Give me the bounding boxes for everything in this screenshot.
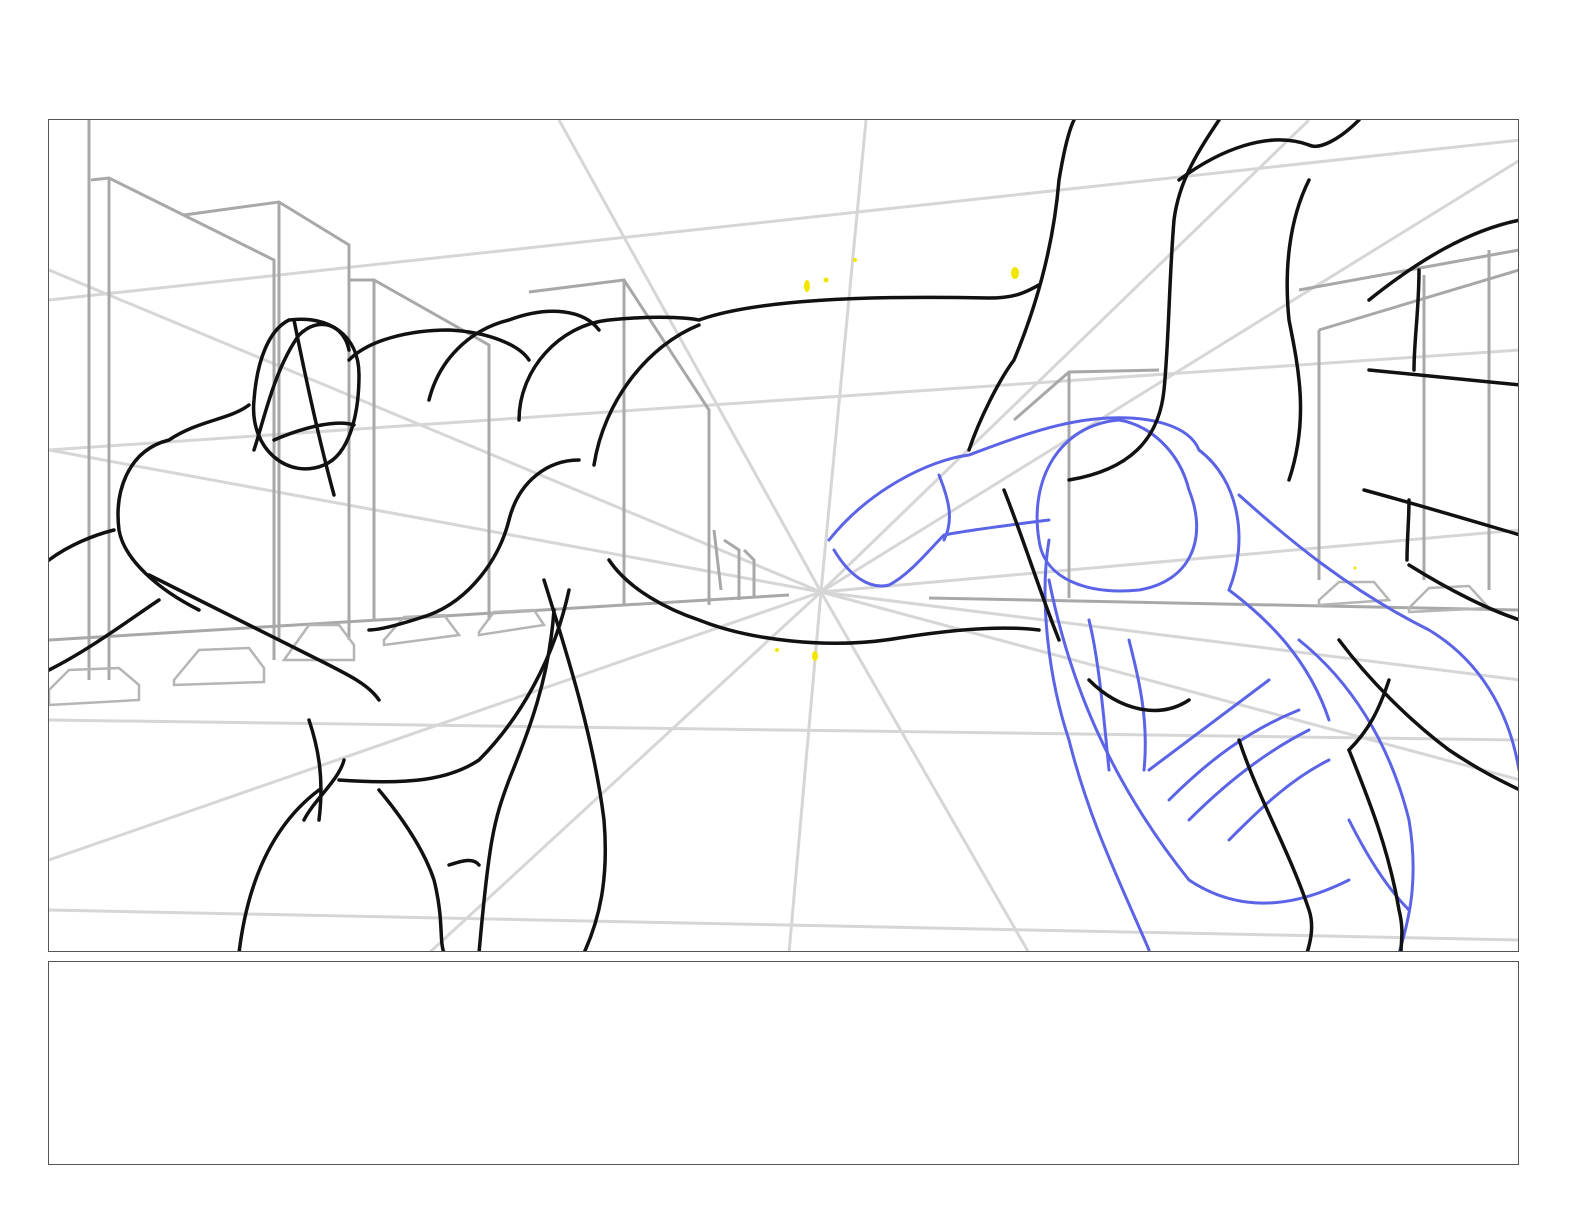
sketch-panel (48, 119, 1519, 952)
creature-ink-lines (49, 120, 1518, 951)
caption-panel (48, 961, 1519, 1165)
perspective-guides (49, 120, 1518, 951)
storyboard-sketch (49, 120, 1518, 951)
rough-figure-sketch (827, 416, 1518, 951)
parked-cars (49, 580, 1492, 707)
